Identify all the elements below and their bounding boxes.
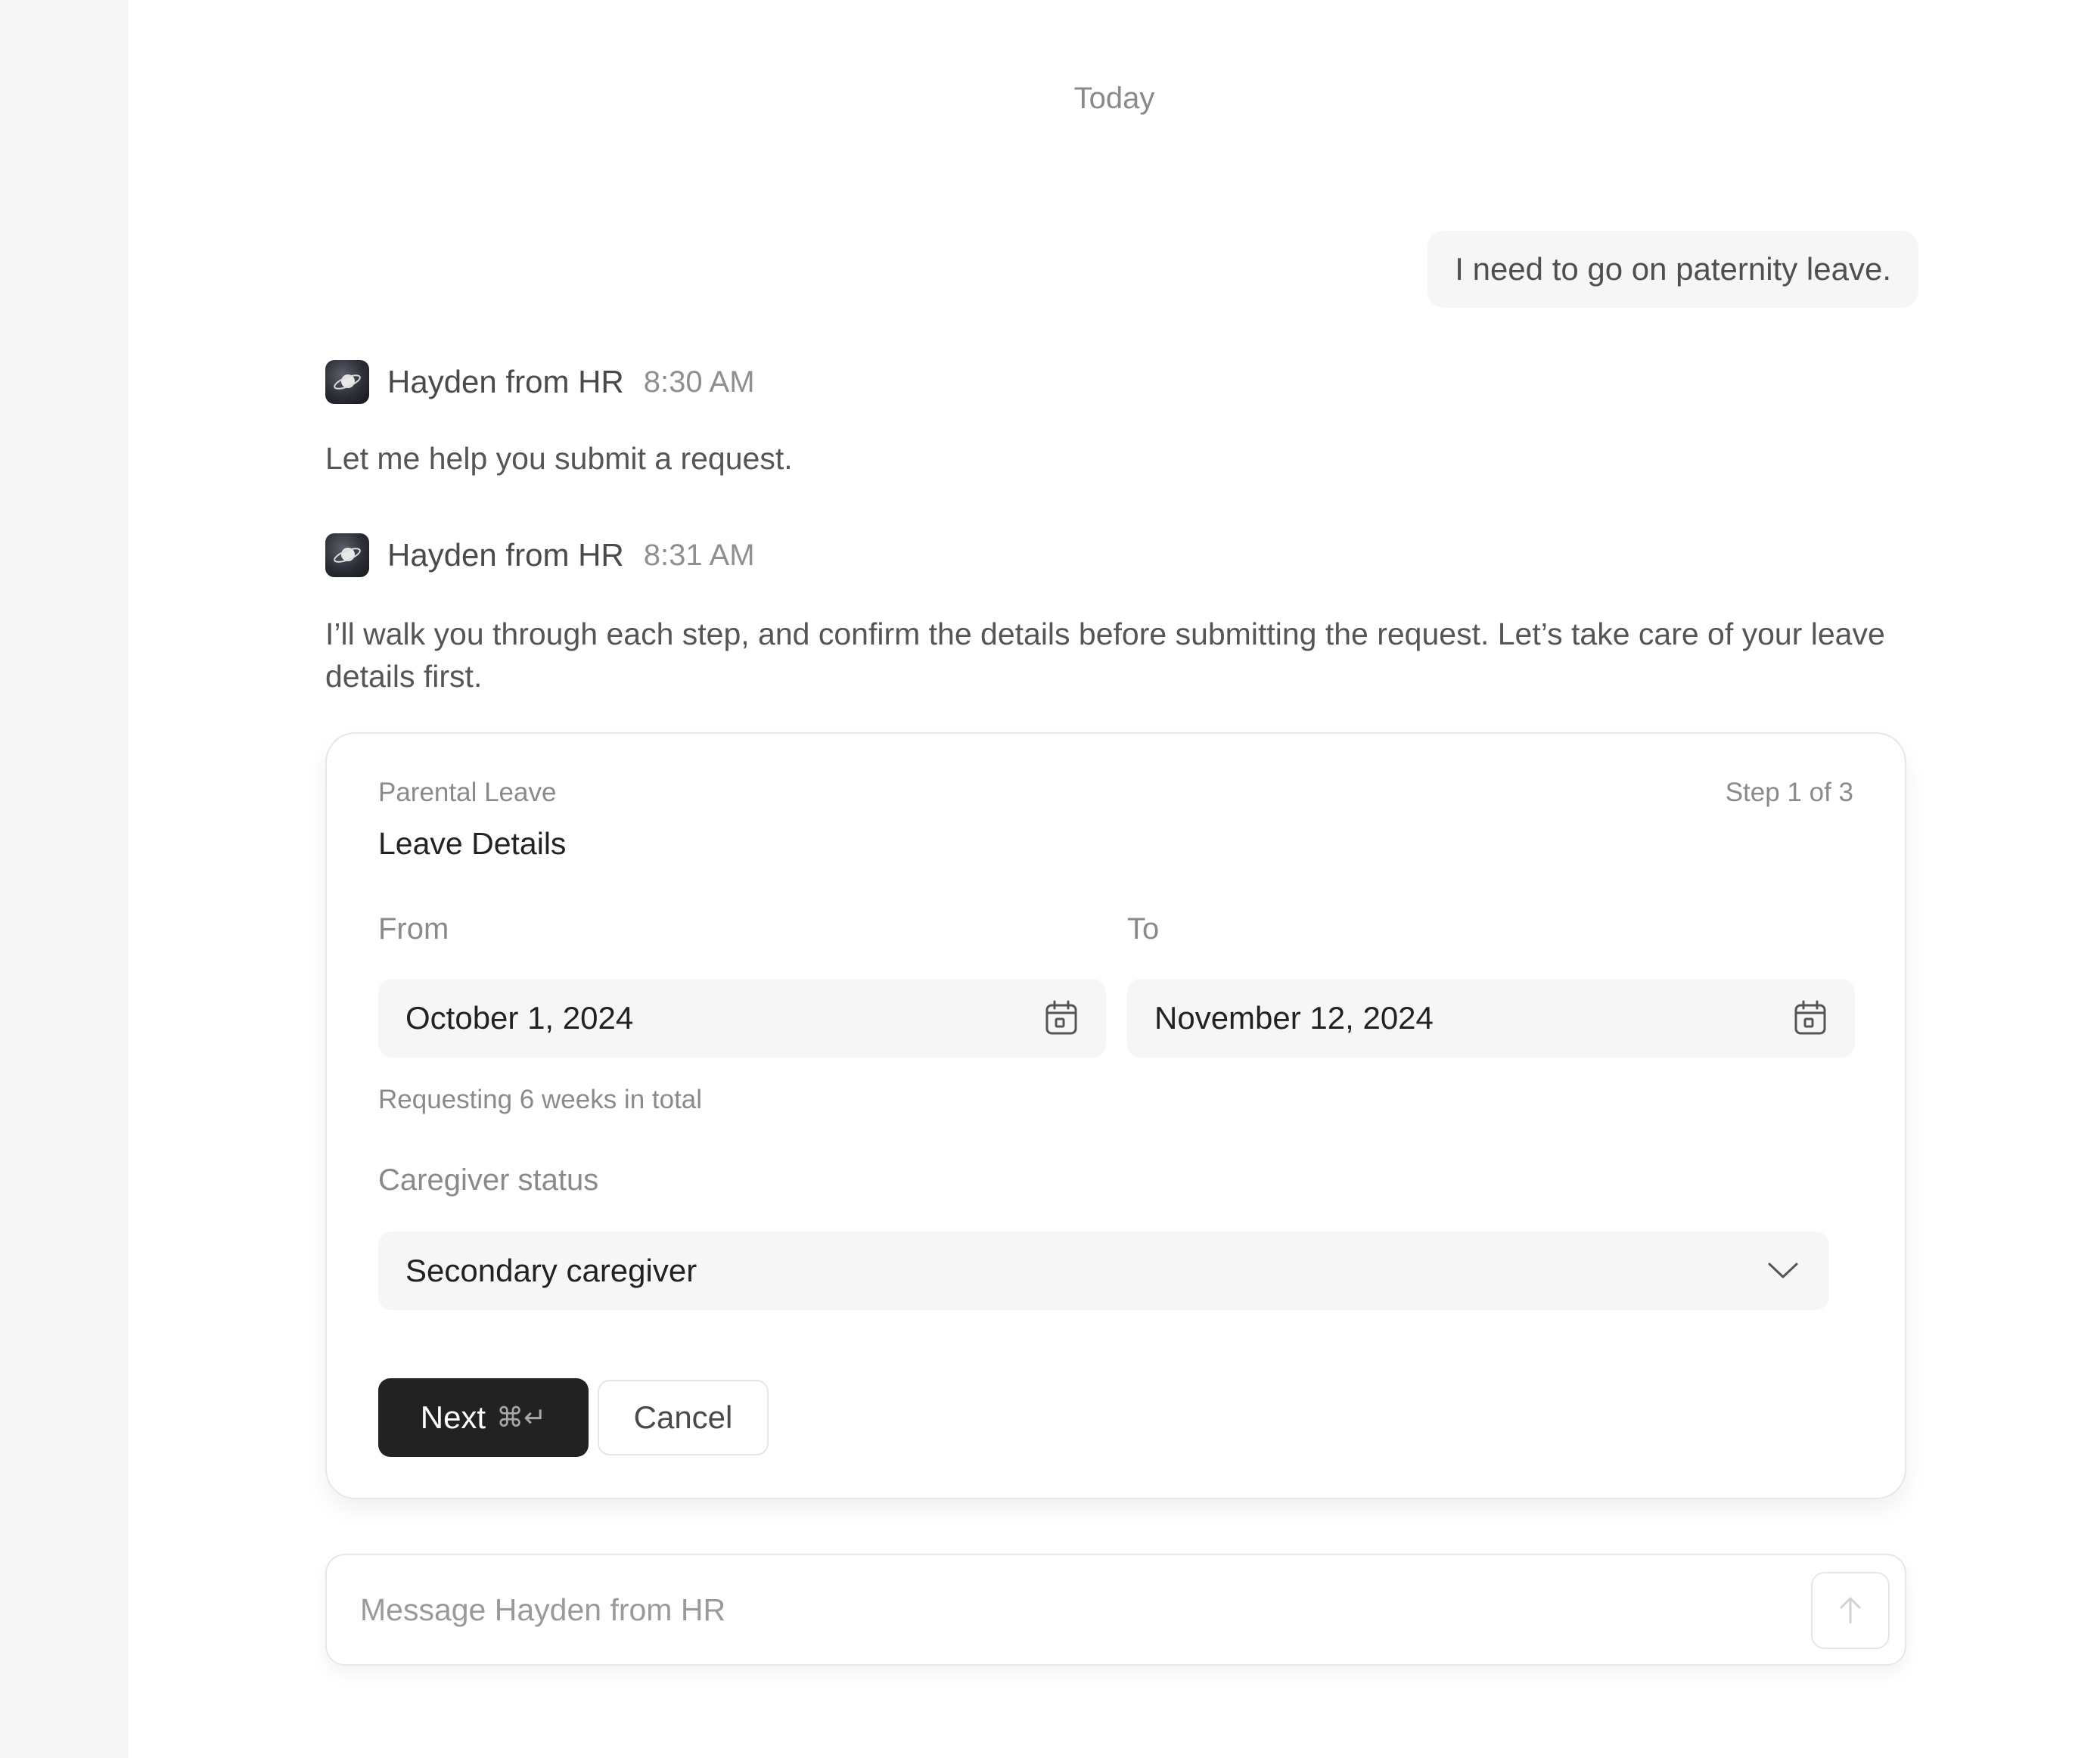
to-date-field[interactable]: November 12, 2024	[1127, 979, 1855, 1058]
message-text: I’ll walk you through each step, and con…	[325, 617, 1885, 694]
message-header: Hayden from HR 8:30 AM	[325, 360, 755, 404]
keyboard-shortcut: ⌘↵	[496, 1402, 547, 1433]
planet-icon	[325, 533, 369, 577]
card-eyebrow: Parental Leave	[378, 778, 557, 807]
to-date-value: November 12, 2024	[1154, 1000, 1434, 1036]
calendar-icon[interactable]	[1044, 1000, 1079, 1036]
step-indicator: Step 1 of 3	[1725, 778, 1853, 807]
caregiver-status-select[interactable]: Secondary caregiver	[378, 1232, 1829, 1310]
planet-icon	[325, 360, 369, 404]
caregiver-status-value: Secondary caregiver	[405, 1253, 697, 1288]
date-divider: Today	[1073, 82, 1155, 115]
leave-request-card: Parental Leave Step 1 of 3 Leave Details…	[325, 732, 1906, 1499]
chevron-down-icon	[1768, 1263, 1798, 1278]
send-button[interactable]	[1811, 1572, 1890, 1649]
user-message: I need to go on paternity leave.	[1427, 231, 1918, 308]
next-button-label: Next	[420, 1399, 486, 1435]
from-date-field[interactable]: October 1, 2024	[378, 979, 1106, 1058]
from-date-value: October 1, 2024	[405, 1000, 634, 1036]
message-header: Hayden from HR 8:31 AM	[325, 533, 755, 577]
message-time: 8:30 AM	[643, 365, 755, 399]
message-input[interactable]	[360, 1555, 1797, 1664]
from-label: From	[378, 912, 449, 946]
sender-name: Hayden from HR	[387, 364, 624, 399]
leave-duration-helper: Requesting 6 weeks in total	[378, 1085, 703, 1114]
to-label: To	[1127, 912, 1160, 946]
next-button[interactable]: Next ⌘↵	[378, 1378, 589, 1457]
cancel-button[interactable]: Cancel	[598, 1380, 769, 1455]
caregiver-label: Caregiver status	[378, 1163, 599, 1197]
calendar-icon[interactable]	[1793, 1000, 1828, 1036]
message-composer	[325, 1554, 1906, 1666]
message-time: 8:31 AM	[643, 538, 755, 572]
chat-panel: Today I need to go on paternity leave. H…	[129, 0, 2100, 1758]
sidebar	[0, 0, 129, 1758]
message-text: Let me help you submit a request.	[325, 441, 793, 476]
arrow-up-icon	[1840, 1597, 1861, 1624]
sender-name: Hayden from HR	[387, 537, 624, 573]
card-title: Leave Details	[378, 826, 567, 861]
